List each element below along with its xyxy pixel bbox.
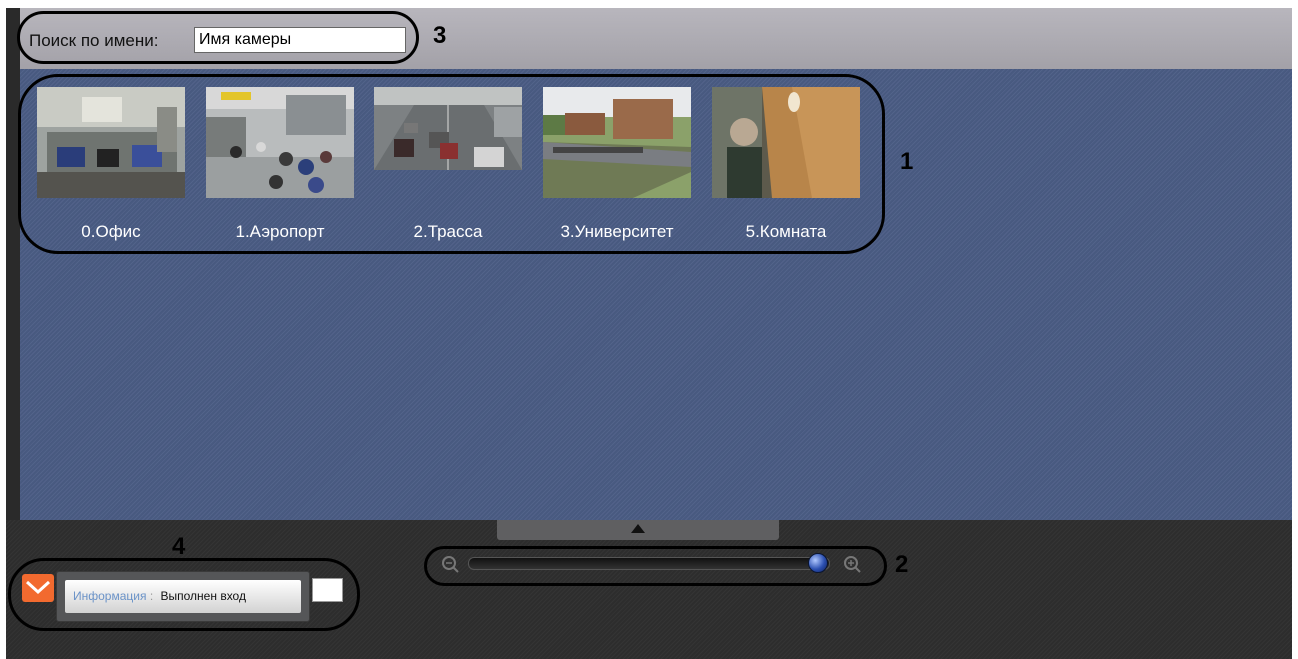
annotation-ellipse-3	[17, 11, 419, 64]
annotation-ellipse-2	[424, 546, 887, 586]
annotation-number: 4	[172, 533, 186, 560]
annotation-number: 1	[900, 148, 914, 175]
collapse-panel-button[interactable]	[497, 520, 779, 540]
annotation-number: 3	[433, 22, 447, 49]
annotation-ellipse-4	[8, 558, 360, 631]
annotation-number: 2	[895, 551, 909, 578]
annotation-ellipse-1	[18, 74, 885, 254]
arrow-up-icon	[631, 524, 645, 533]
